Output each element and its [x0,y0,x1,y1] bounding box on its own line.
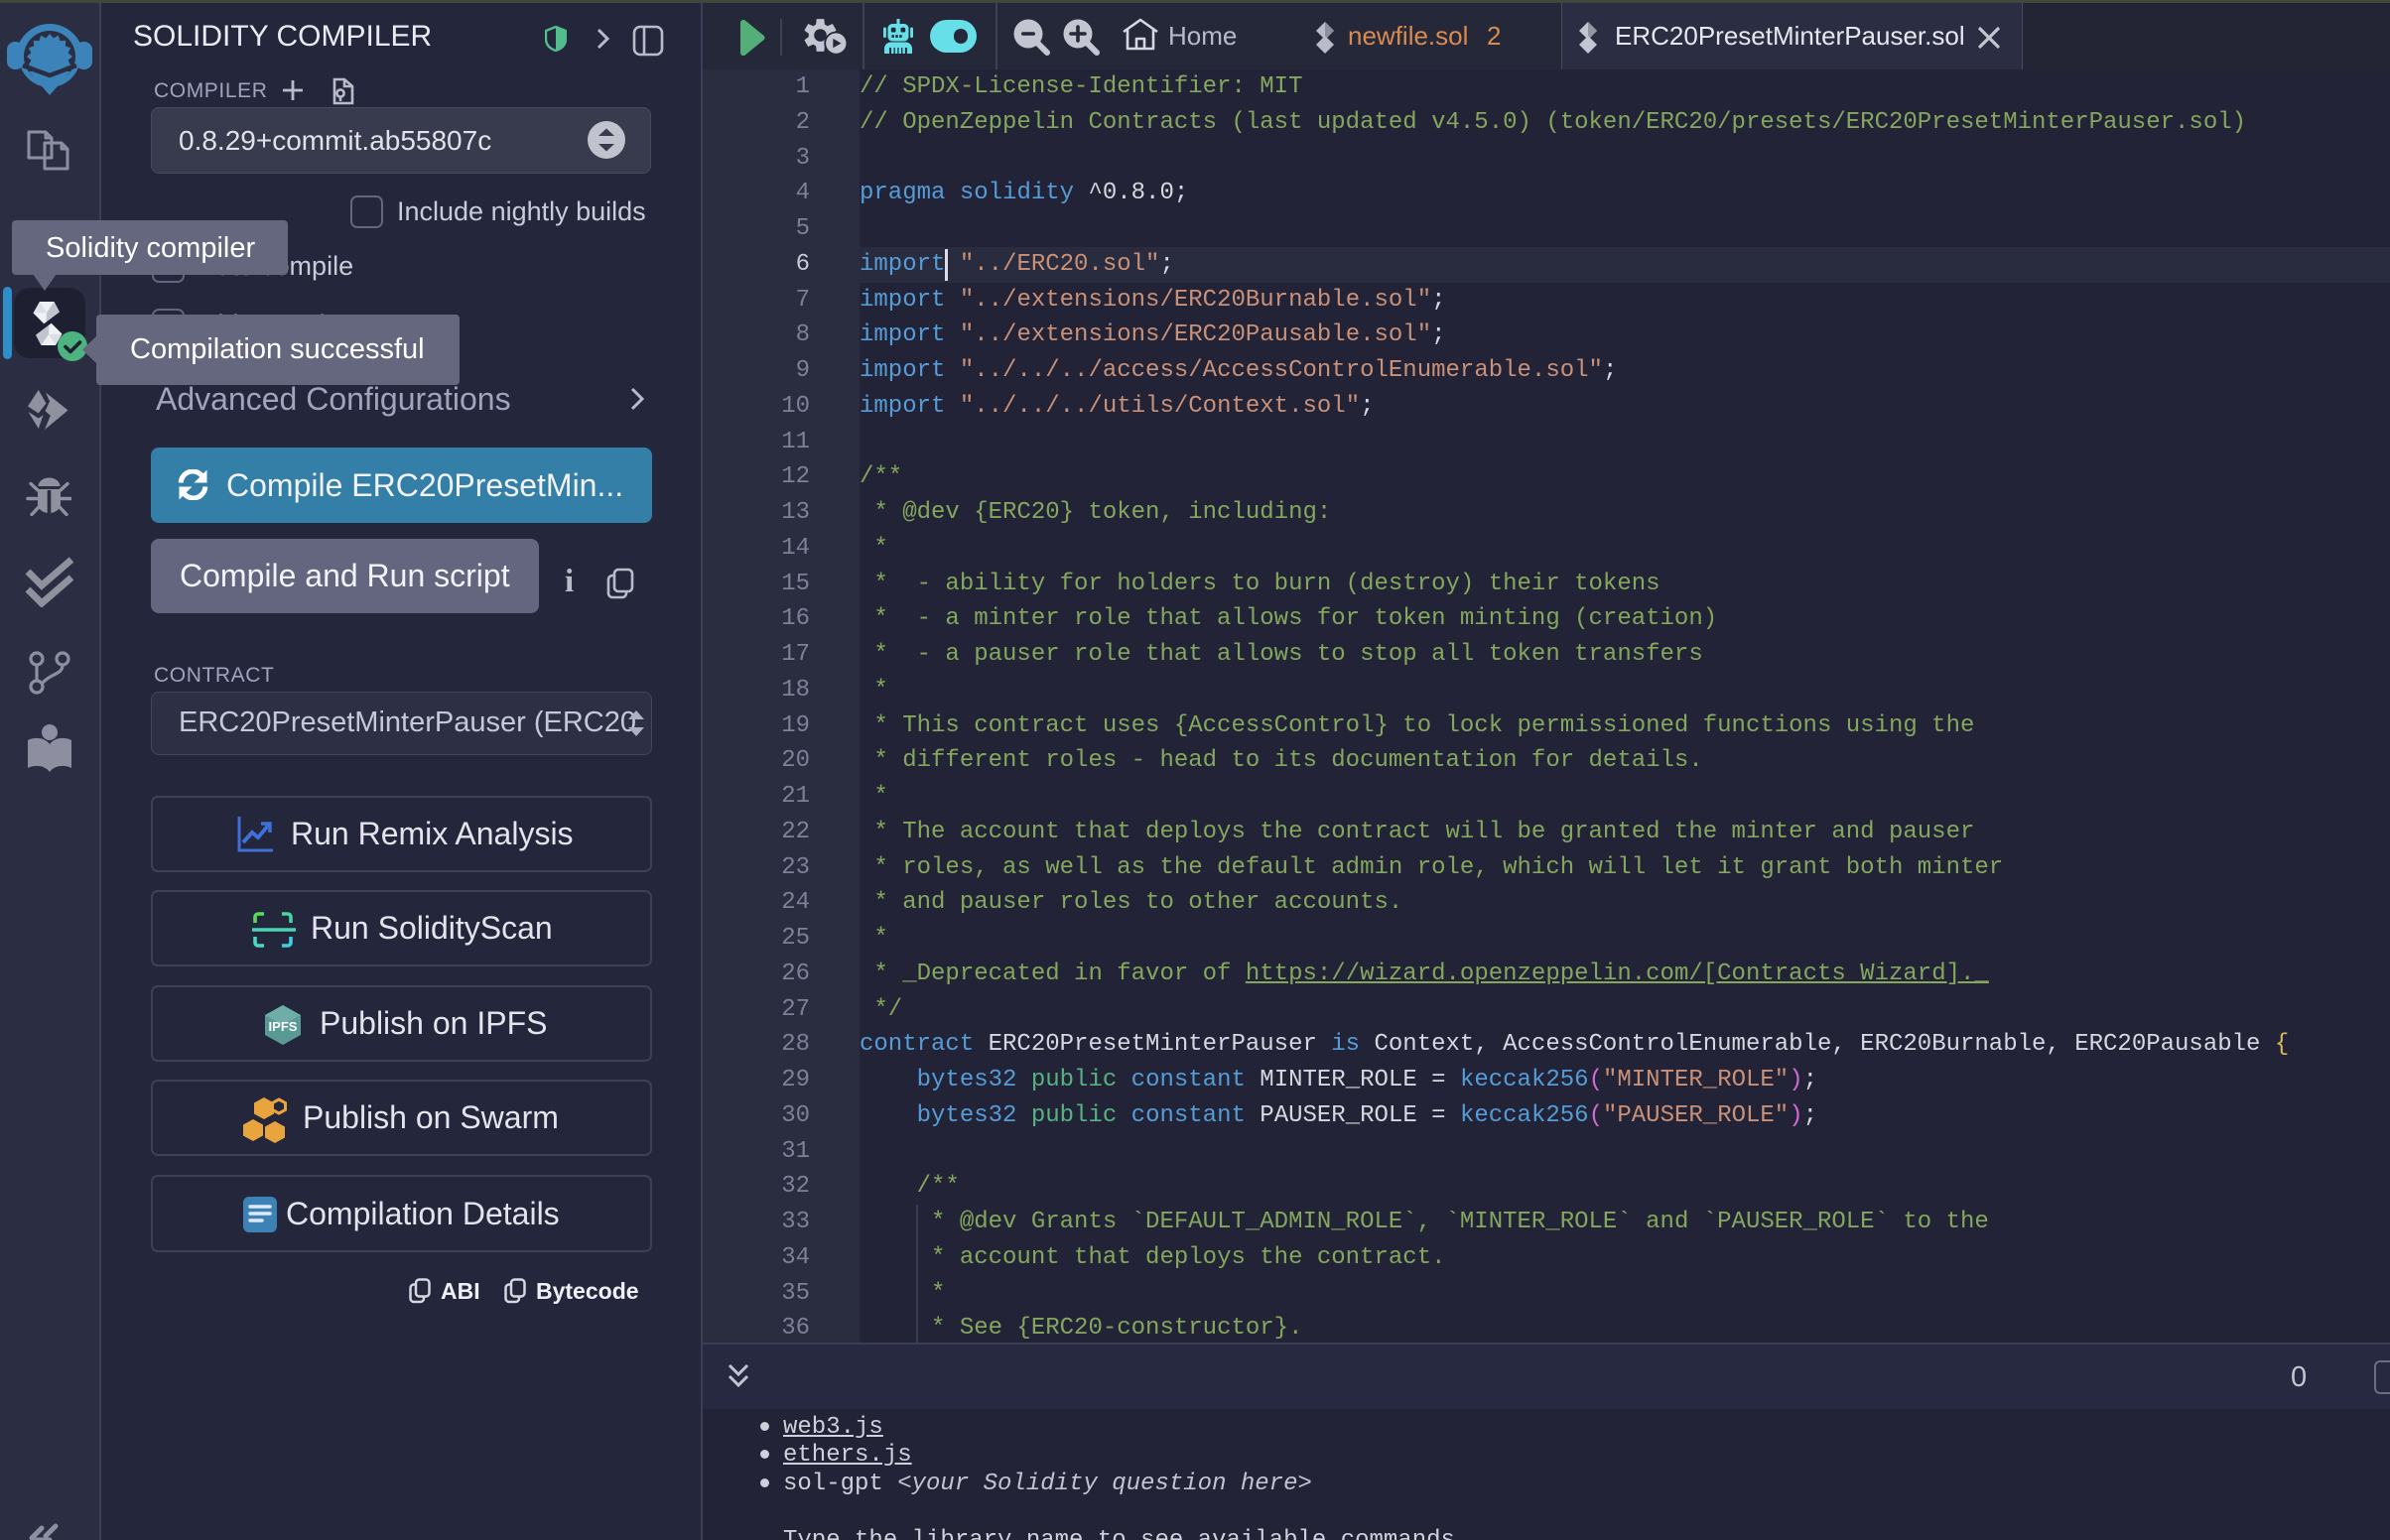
svg-text:IPFS: IPFS [269,1019,298,1034]
